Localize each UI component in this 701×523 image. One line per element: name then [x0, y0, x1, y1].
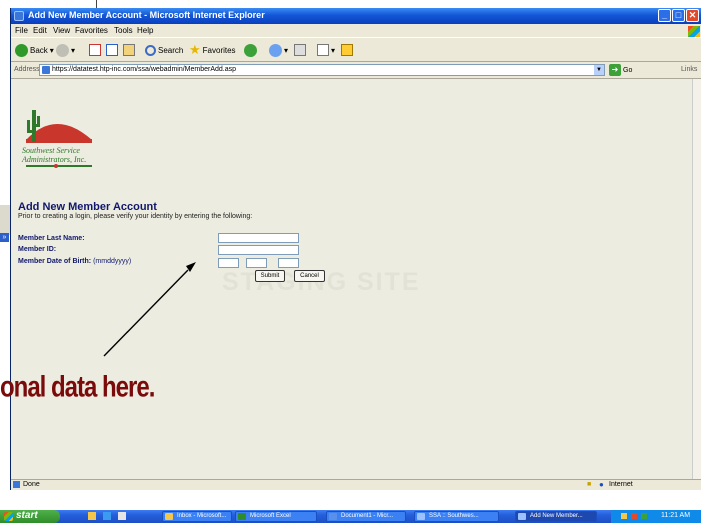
tray-icon[interactable] — [621, 513, 627, 519]
taskbar: start Inbox - Microsoft... Microsoft Exc… — [0, 510, 701, 523]
task-inbox[interactable]: Inbox - Microsoft... — [162, 511, 232, 522]
task-ssa[interactable]: SSA :: Southwes... — [414, 511, 499, 522]
quicklaunch-outlook-icon[interactable] — [118, 512, 126, 520]
excel-icon — [238, 513, 246, 520]
task-add-member-label: Add New Member... — [530, 513, 583, 519]
task-inbox-label: Inbox - Microsoft... — [177, 513, 227, 519]
ie-icon — [417, 513, 425, 520]
task-ssa-label: SSA :: Southwes... — [429, 513, 479, 519]
annotation-text: onal data here. — [0, 370, 155, 405]
task-document-label: Document1 - Micr... — [341, 513, 394, 519]
quicklaunch-desktop-icon[interactable] — [88, 512, 96, 520]
ie-icon — [518, 513, 526, 520]
system-tray: 11:21 AM — [611, 510, 701, 523]
start-button[interactable]: start — [0, 510, 60, 523]
annotation-layer — [103, 262, 196, 357]
outlook-icon — [165, 513, 173, 520]
word-icon — [329, 513, 337, 520]
clock: 11:21 AM — [661, 512, 691, 519]
task-add-member[interactable]: Add New Member... — [515, 511, 597, 522]
annotation-arrow — [103, 269, 189, 357]
start-label: start — [16, 510, 38, 521]
tray-icon[interactable] — [631, 513, 637, 519]
task-excel-label: Microsoft Excel — [250, 513, 291, 519]
annotation-main-text: onal data here. — [0, 370, 155, 404]
task-document[interactable]: Document1 - Micr... — [326, 511, 406, 522]
task-excel[interactable]: Microsoft Excel — [235, 511, 317, 522]
tray-icon[interactable] — [641, 513, 647, 519]
windows-flag-icon — [4, 512, 13, 521]
quicklaunch-ie-icon[interactable] — [103, 512, 111, 520]
